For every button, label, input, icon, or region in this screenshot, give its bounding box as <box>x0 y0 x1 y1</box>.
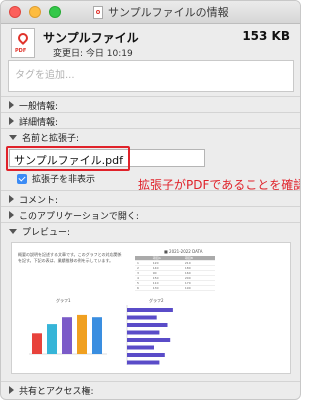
pdf-document-icon: PDF <box>11 28 35 58</box>
minimize-button[interactable] <box>29 6 41 18</box>
info-window: サンプルファイルの情報 PDF サンプルファイル 153 KB 変更日: 今日 … <box>0 0 301 400</box>
preview-hbar-chart-title: グラフ2 <box>149 298 164 303</box>
divider <box>1 96 300 97</box>
preview-bar-chart <box>29 314 107 355</box>
preview-bar <box>62 317 72 354</box>
preview-hbar <box>127 353 165 357</box>
title-bar: サンプルファイルの情報 <box>1 1 300 24</box>
divider <box>1 128 300 129</box>
preview-hbar <box>127 308 173 312</box>
section-more-label: 詳細情報: <box>19 117 59 128</box>
preview-bar <box>92 317 102 354</box>
section-sharing[interactable]: 共有とアクセス権: <box>9 383 94 397</box>
divider <box>1 381 300 382</box>
section-comments-label: コメント: <box>19 195 59 206</box>
section-comments[interactable]: コメント: <box>9 192 58 206</box>
section-name-extension[interactable]: 名前と拡張子: <box>9 130 79 144</box>
section-preview-label: プレビュー: <box>22 227 71 238</box>
preview-table-row: 6 130 190 <box>135 285 215 291</box>
pdf-file-icon <box>93 5 103 19</box>
section-general[interactable]: 一般情報: <box>9 98 58 112</box>
hide-extension-label: 拡張子を非表示 <box>32 175 96 185</box>
disclosure-down-icon <box>9 134 17 140</box>
section-open-with[interactable]: このアプリケーションで開く: <box>9 208 139 222</box>
window-title-text: サンプルファイルの情報 <box>108 6 229 19</box>
pdf-tag-label: PDF <box>15 48 27 54</box>
preview-table-cell: 6 <box>135 285 151 291</box>
disclosure-right-icon <box>9 386 14 394</box>
file-size: 153 KB <box>242 29 290 43</box>
preview-table-title: ■ 2021-2022 DATA <box>164 249 203 254</box>
section-sharing-label: 共有とアクセス権: <box>19 386 94 397</box>
close-button[interactable] <box>9 6 21 18</box>
checkbox-checked-icon[interactable] <box>17 173 27 184</box>
disclosure-right-icon <box>9 117 14 125</box>
preview-bar-chart-title: グラフ1 <box>56 298 71 303</box>
preview-intro-text: 概要の説明を記述する文章です。このグラフとの対応関係を記す。下記の表は、業績推移… <box>18 252 122 263</box>
preview-hbar <box>127 360 160 365</box>
disclosure-right-icon <box>9 211 14 219</box>
preview-table: 項目A 項目B 1 120 210 2 140 180 3 90 160 4 150 200 5 110 170… <box>135 256 215 291</box>
window-title: サンプルファイルの情報 <box>93 4 229 20</box>
section-open-with-label: このアプリケーションで開く: <box>19 211 139 222</box>
preview-bar <box>47 324 57 354</box>
preview-hbar <box>127 315 157 320</box>
divider <box>1 112 300 113</box>
preview-thumbnail: 概要の説明を記述する文章です。このグラフとの対応関係を記す。下記の表は、業績推移… <box>11 242 291 374</box>
file-name: サンプルファイル <box>43 31 139 45</box>
tags-placeholder: タグを追加... <box>15 70 75 81</box>
divider <box>1 206 300 207</box>
preview-hbar-chart <box>126 305 173 365</box>
tags-input[interactable]: タグを追加... <box>8 60 294 92</box>
section-name-ext-label: 名前と拡張子: <box>22 133 80 144</box>
preview-hbar <box>127 345 154 350</box>
section-general-label: 一般情報: <box>19 101 59 112</box>
preview-table-cell: 190 <box>182 285 215 291</box>
preview-table-cell: 130 <box>150 285 183 291</box>
acrobat-logo-icon <box>15 30 31 46</box>
zoom-button[interactable] <box>49 6 61 18</box>
hide-extension-checkbox[interactable]: 拡張子を非表示 <box>17 172 95 185</box>
divider <box>1 222 300 223</box>
disclosure-right-icon <box>9 195 14 203</box>
modified-date: 変更日: 今日 10:19 <box>53 49 133 59</box>
preview-hbar <box>127 330 160 335</box>
disclosure-right-icon <box>9 101 14 109</box>
section-preview[interactable]: プレビュー: <box>9 224 70 238</box>
file-header: PDF サンプルファイル 153 KB 変更日: 今日 10:19 <box>1 24 300 62</box>
preview-hbar <box>127 338 171 342</box>
section-more-info[interactable]: 詳細情報: <box>9 114 58 128</box>
highlight-annotation-box <box>6 146 130 171</box>
disclosure-down-icon <box>9 228 17 234</box>
preview-bar <box>32 333 42 354</box>
divider <box>1 190 300 191</box>
preview-hbar <box>127 323 168 327</box>
preview-bar <box>77 314 87 354</box>
